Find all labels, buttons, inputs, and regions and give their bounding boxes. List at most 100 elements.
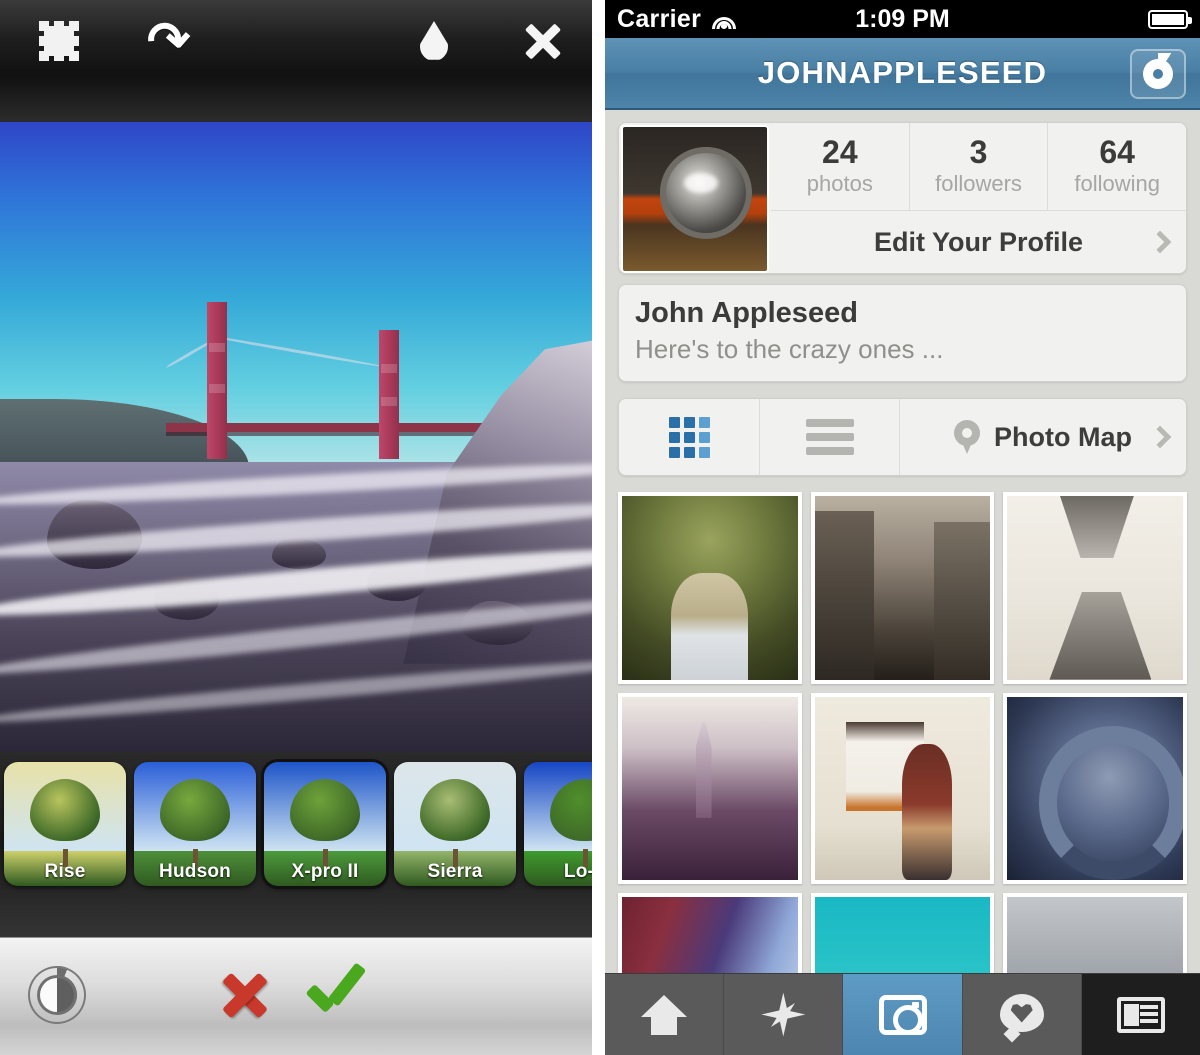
cancel-icon [217, 967, 273, 1023]
profile-icon [1116, 996, 1165, 1033]
stat-followers[interactable]: 3 followers [908, 123, 1048, 210]
camera-lens [660, 147, 753, 240]
confirm-button[interactable] [300, 962, 370, 1028]
blur-button[interactable] [396, 8, 472, 74]
stat-label: following [1074, 171, 1160, 197]
photo-image [622, 496, 798, 680]
tab-camera[interactable] [842, 974, 962, 1055]
photo-image [1007, 496, 1183, 680]
edit-profile-label: Edit Your Profile [873, 226, 1084, 257]
settings-button[interactable] [1130, 49, 1186, 99]
profile-header-card: 24 photos 3 followers 64 following Edit Your … [618, 122, 1187, 274]
grid-view-icon [668, 416, 710, 458]
photo-preview[interactable] [0, 122, 592, 752]
rotate-icon: ↶ [145, 10, 193, 72]
frame-button[interactable] [22, 8, 96, 74]
tab-news[interactable] [961, 974, 1081, 1055]
navigation-bar: JOHNAPPLESEED [605, 38, 1200, 110]
cancel-button[interactable] [212, 962, 278, 1028]
stat-label: followers [935, 171, 1022, 197]
bridge-cable [206, 334, 384, 369]
golden-gate-bridge [165, 286, 510, 488]
dual-screenshot: ↶ Rise Hudson X-pro II Sierra Lo Carrier… [0, 0, 1200, 1055]
gear-icon [1137, 53, 1179, 95]
star-icon [761, 993, 805, 1037]
filter-name: Lo-fi [563, 861, 592, 882]
edit-profile-button[interactable]: Edit Your Profile [771, 211, 1186, 273]
brightness-contrast-icon [28, 966, 86, 1024]
filter-x-pro-ii[interactable]: X-pro II [264, 762, 386, 886]
status-bar: Carrier 1:09 PM [605, 0, 1200, 38]
stat-value: 3 [969, 133, 988, 170]
camera-icon [878, 994, 927, 1035]
tab-list-view[interactable] [759, 399, 899, 475]
filter-rise[interactable]: Rise [4, 762, 126, 886]
tab-profile[interactable] [1080, 974, 1200, 1055]
stats-row: 24 photos 3 followers 64 following [771, 123, 1186, 211]
stats-column: 24 photos 3 followers 64 following Edit Your … [771, 123, 1186, 273]
close-button[interactable] [506, 8, 580, 74]
photo-thumbnail[interactable] [618, 692, 802, 885]
photo-thumbnail[interactable] [1003, 692, 1187, 885]
tab-bar [605, 973, 1200, 1055]
adjust-button[interactable] [22, 960, 92, 1030]
photo-thumbnail[interactable] [810, 492, 995, 684]
photo-image [814, 496, 991, 680]
filter-name: Hudson [159, 861, 231, 882]
stat-value: 24 [822, 133, 858, 170]
filter-hudson[interactable]: Hudson [134, 762, 256, 886]
close-icon [521, 19, 565, 63]
profile-content: 24 photos 3 followers 64 following Edit Your … [605, 110, 1200, 1055]
filter-lo-fi[interactable]: Lo-fi [524, 762, 592, 886]
stat-value: 64 [1099, 133, 1135, 170]
panel-gutter [592, 0, 605, 1055]
thumb-tree [420, 779, 490, 842]
confirm-icon [304, 966, 366, 1024]
bio-card: John Appleseed Here's to the crazy ones … [618, 284, 1187, 382]
photo-image [814, 696, 991, 881]
tab-photo-map[interactable]: Photo Map [899, 399, 1186, 475]
filter-name: X-pro II [291, 861, 359, 882]
bridge-tower [206, 301, 227, 460]
heart-icon [999, 993, 1044, 1036]
page-title: JOHNAPPLESEED [757, 55, 1048, 90]
rotate-button[interactable]: ↶ [128, 8, 210, 74]
thumb-tree [290, 779, 360, 842]
stat-photos[interactable]: 24 photos [771, 123, 909, 210]
thumb-tree [160, 779, 230, 842]
avatar[interactable] [621, 125, 769, 273]
photo-thumbnail[interactable] [618, 492, 802, 684]
profile-screen: Carrier 1:09 PM JOHNAPPLESEED 24 photos 3 f… [605, 0, 1200, 1055]
photo-image [622, 696, 798, 881]
filter-name: Sierra [427, 861, 483, 882]
tab-explore[interactable] [723, 974, 842, 1055]
bio-text: Here's to the crazy ones ... [635, 334, 944, 364]
tab-grid-view[interactable] [619, 399, 759, 475]
map-pin-icon [954, 420, 980, 454]
filter-carousel[interactable]: Rise Hudson X-pro II Sierra Lo-fi [0, 752, 592, 937]
view-tabs: Photo Map [618, 398, 1187, 476]
photo-grid[interactable] [618, 492, 1187, 1055]
filter-editor-screen: ↶ Rise Hudson X-pro II Sierra Lo [0, 0, 592, 1055]
frame-icon [39, 21, 79, 61]
tab-home[interactable] [605, 974, 723, 1055]
chevron-right-icon [1148, 425, 1172, 449]
battery-icon [1148, 9, 1192, 29]
photo-thumbnail[interactable] [810, 692, 995, 885]
chevron-right-icon [1148, 230, 1172, 254]
active-tab-caret [685, 474, 711, 475]
thumb-tree [30, 779, 100, 842]
filter-name: Rise [44, 861, 86, 882]
filter-sierra[interactable]: Sierra [394, 762, 516, 886]
bridge-tower [378, 330, 399, 460]
photo-thumbnail[interactable] [1003, 492, 1187, 684]
home-icon [641, 994, 688, 1035]
list-view-icon [805, 419, 854, 455]
editor-action-bar [0, 937, 592, 1055]
full-name: John Appleseed [635, 297, 858, 329]
photo-map-label: Photo Map [994, 421, 1132, 452]
clock-label: 1:09 PM [855, 4, 950, 33]
stat-label: photos [806, 171, 873, 197]
stat-following[interactable]: 64 following [1047, 123, 1186, 210]
editor-toolbar: ↶ [0, 0, 592, 122]
